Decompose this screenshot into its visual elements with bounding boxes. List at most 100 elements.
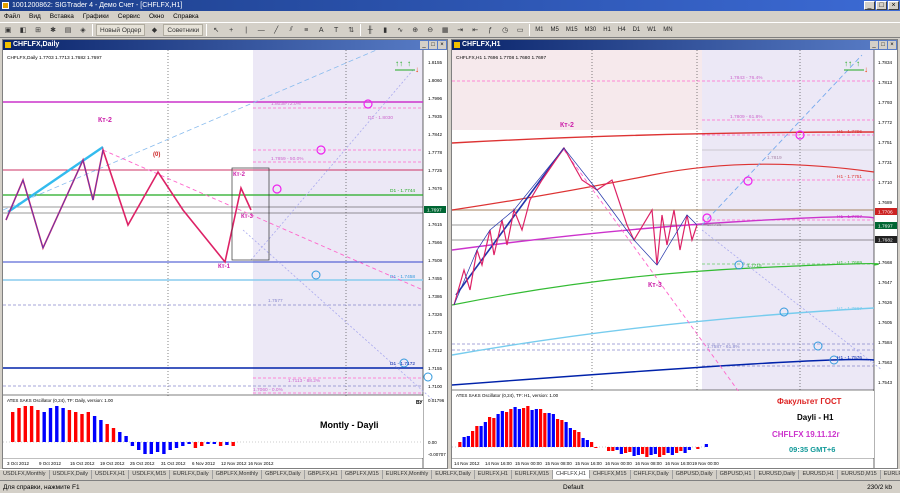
h1-chart-canvas[interactable]: CHFLFX,H1 1.7696 1.7708 1.7680 1.7697 Кт… <box>452 50 897 468</box>
chart-tab[interactable]: EURUSD,M15 <box>838 470 881 479</box>
tf-m1[interactable]: M1 <box>533 27 545 33</box>
tf-h4[interactable]: H4 <box>616 27 628 33</box>
chart-tab[interactable]: GBPLFX,Daily <box>262 470 305 479</box>
periods-icon[interactable]: ◷ <box>499 24 511 36</box>
chart-tab[interactable]: EURLFX,Daily <box>432 470 475 479</box>
menu-file[interactable]: Файл <box>4 11 20 22</box>
chart-tab[interactable]: CHFLFX,M15 <box>590 470 631 479</box>
wave-label: Кт-2 <box>233 172 246 178</box>
channel-icon[interactable]: ⫽ <box>285 24 297 36</box>
chart-restore-button[interactable]: □ <box>429 41 437 49</box>
new-chart-icon[interactable]: ▣ <box>2 24 14 36</box>
status-profile[interactable]: Default <box>563 481 584 493</box>
cursor-icon[interactable]: ↖ <box>210 24 222 36</box>
vertical-line-icon[interactable]: | <box>240 24 252 36</box>
text-icon[interactable]: A <box>315 24 327 36</box>
indicators-icon[interactable]: ƒ <box>484 24 496 36</box>
menu-tools[interactable]: Сервис <box>118 11 140 22</box>
trendline-icon[interactable]: ╱ <box>270 24 282 36</box>
chart-minimize-button[interactable]: _ <box>420 41 428 49</box>
chart-tab[interactable]: USDLFX,M15 <box>129 470 171 479</box>
tf-m30[interactable]: M30 <box>583 27 599 33</box>
autoscroll-icon[interactable]: ⇥ <box>454 24 466 36</box>
candles-icon[interactable]: ▮ <box>379 24 391 36</box>
menu-charts[interactable]: Графики <box>83 11 109 22</box>
metaeditor-icon[interactable]: ◆ <box>148 24 160 36</box>
chart-tab[interactable]: CHFLFX,Daily <box>631 470 673 479</box>
zoom-in-icon[interactable]: ⊕ <box>409 24 421 36</box>
market-watch-icon[interactable]: ⊞ <box>32 24 44 36</box>
osc-bar <box>483 422 487 447</box>
level-label: D1 - 1.8030 <box>368 115 393 121</box>
osc-bar <box>611 447 615 451</box>
fibonacci-icon[interactable]: ≡ <box>300 24 312 36</box>
tester-icon[interactable]: ◈ <box>77 24 89 36</box>
up-arrow-icon: ↑ <box>856 59 860 68</box>
menu-view[interactable]: Вид <box>29 11 41 22</box>
tf-w1[interactable]: W1 <box>645 27 658 33</box>
minimize-button[interactable]: _ <box>864 1 875 10</box>
time-tick: 12 Nov 2012 <box>221 461 247 466</box>
tile-icon[interactable]: ▦ <box>439 24 451 36</box>
shift-icon[interactable]: ⇤ <box>469 24 481 36</box>
osc-bar <box>193 442 198 448</box>
chart-tab[interactable]: GBPUSD,H1 <box>717 470 756 479</box>
chart-tab[interactable]: GBPUSD,Daily <box>673 470 717 479</box>
tf-m15[interactable]: M15 <box>564 27 580 33</box>
maximize-button[interactable]: □ <box>876 1 887 10</box>
status-help-text: Для справки, нажмите F1 <box>3 484 80 491</box>
mode-label: Dayli - H1 <box>797 413 834 422</box>
tf-mn[interactable]: MN <box>661 27 674 33</box>
label-icon[interactable]: T <box>330 24 342 36</box>
chart-tab[interactable]: EURLFX,M15 <box>512 470 553 479</box>
chart-tab[interactable]: EURLFX,Monthly <box>383 470 433 479</box>
line-chart-icon[interactable]: ∿ <box>394 24 406 36</box>
tf-h1[interactable]: H1 <box>601 27 613 33</box>
price-tick: 1.7689 <box>878 200 892 205</box>
terminal-icon[interactable]: ▤ <box>62 24 74 36</box>
level-label: 1.7587 - 61.8% <box>707 344 740 350</box>
tf-d1[interactable]: D1 <box>631 27 643 33</box>
chart-tab[interactable]: EURLFX,Daily <box>170 470 213 479</box>
time-tick: 3 Oct 2012 <box>7 461 30 466</box>
chart-tab[interactable]: USDLFX,H1 <box>92 470 130 479</box>
chart-close-button[interactable]: × <box>888 41 896 49</box>
chart-tab[interactable]: EURLFX,H1 <box>475 470 512 479</box>
profiles-icon[interactable]: ◧ <box>17 24 29 36</box>
arrows-icon[interactable]: ⇅ <box>345 24 357 36</box>
osc-bar <box>218 442 223 446</box>
chart-tab[interactable]: USDLFX,Daily <box>50 470 92 479</box>
osc-bar <box>225 442 229 445</box>
daily-chart-canvas[interactable]: CHFLFX,Daily 1.7703 1.7713 1.7682 1.7697… <box>3 50 447 468</box>
osc-bar <box>168 442 172 450</box>
price-tick: 1.7813 <box>878 80 892 85</box>
menu-window[interactable]: Окно <box>149 11 164 22</box>
zoom-out-icon[interactable]: ⊖ <box>424 24 436 36</box>
crosshair-icon[interactable]: + <box>225 24 237 36</box>
chart-restore-button[interactable]: □ <box>879 41 887 49</box>
chart-tab[interactable]: CHFLFX,H1 <box>552 470 590 479</box>
chart-tab[interactable]: EURUSD,Daily <box>755 470 800 479</box>
templates-icon[interactable]: ▭ <box>514 24 526 36</box>
chart-minimize-button[interactable]: _ <box>870 41 878 49</box>
chart-tab[interactable]: EURUSD,H1 <box>799 470 839 479</box>
horizontal-line-icon[interactable]: — <box>255 24 267 36</box>
level-label: D1 - 1.7458 <box>390 274 415 280</box>
new-order-button[interactable]: Новый Ордер <box>96 24 146 36</box>
close-button[interactable]: × <box>888 1 899 10</box>
tf-m5[interactable]: M5 <box>549 27 561 33</box>
chart-tab[interactable]: USDLFX,Monthly <box>0 470 50 479</box>
chart-tab[interactable]: GBPLFX,H1 <box>305 470 342 479</box>
chart-close-button[interactable]: × <box>438 41 446 49</box>
chart-tab[interactable]: EURLFX <box>881 470 900 479</box>
menu-help[interactable]: Справка <box>173 11 199 22</box>
chart-window-daily[interactable]: CHFLFX,Daily _ □ × CHFLFX,Daily 1.7703 1… <box>2 39 448 469</box>
chart-tab[interactable]: GBPLFX,Monthly <box>213 470 263 479</box>
osc-tick: 0.01796 <box>428 398 445 403</box>
bar-chart-icon[interactable]: ╫ <box>364 24 376 36</box>
chart-tab[interactable]: GBPLFX,M15 <box>342 470 383 479</box>
chart-window-h1[interactable]: CHFLFX,H1 _ □ × CHFLFX,H1 1.7696 1.7708 … <box>451 39 898 469</box>
menu-insert[interactable]: Вставка <box>50 11 74 22</box>
advisors-button[interactable]: Советники <box>163 24 204 36</box>
navigator-icon[interactable]: ✱ <box>47 24 59 36</box>
